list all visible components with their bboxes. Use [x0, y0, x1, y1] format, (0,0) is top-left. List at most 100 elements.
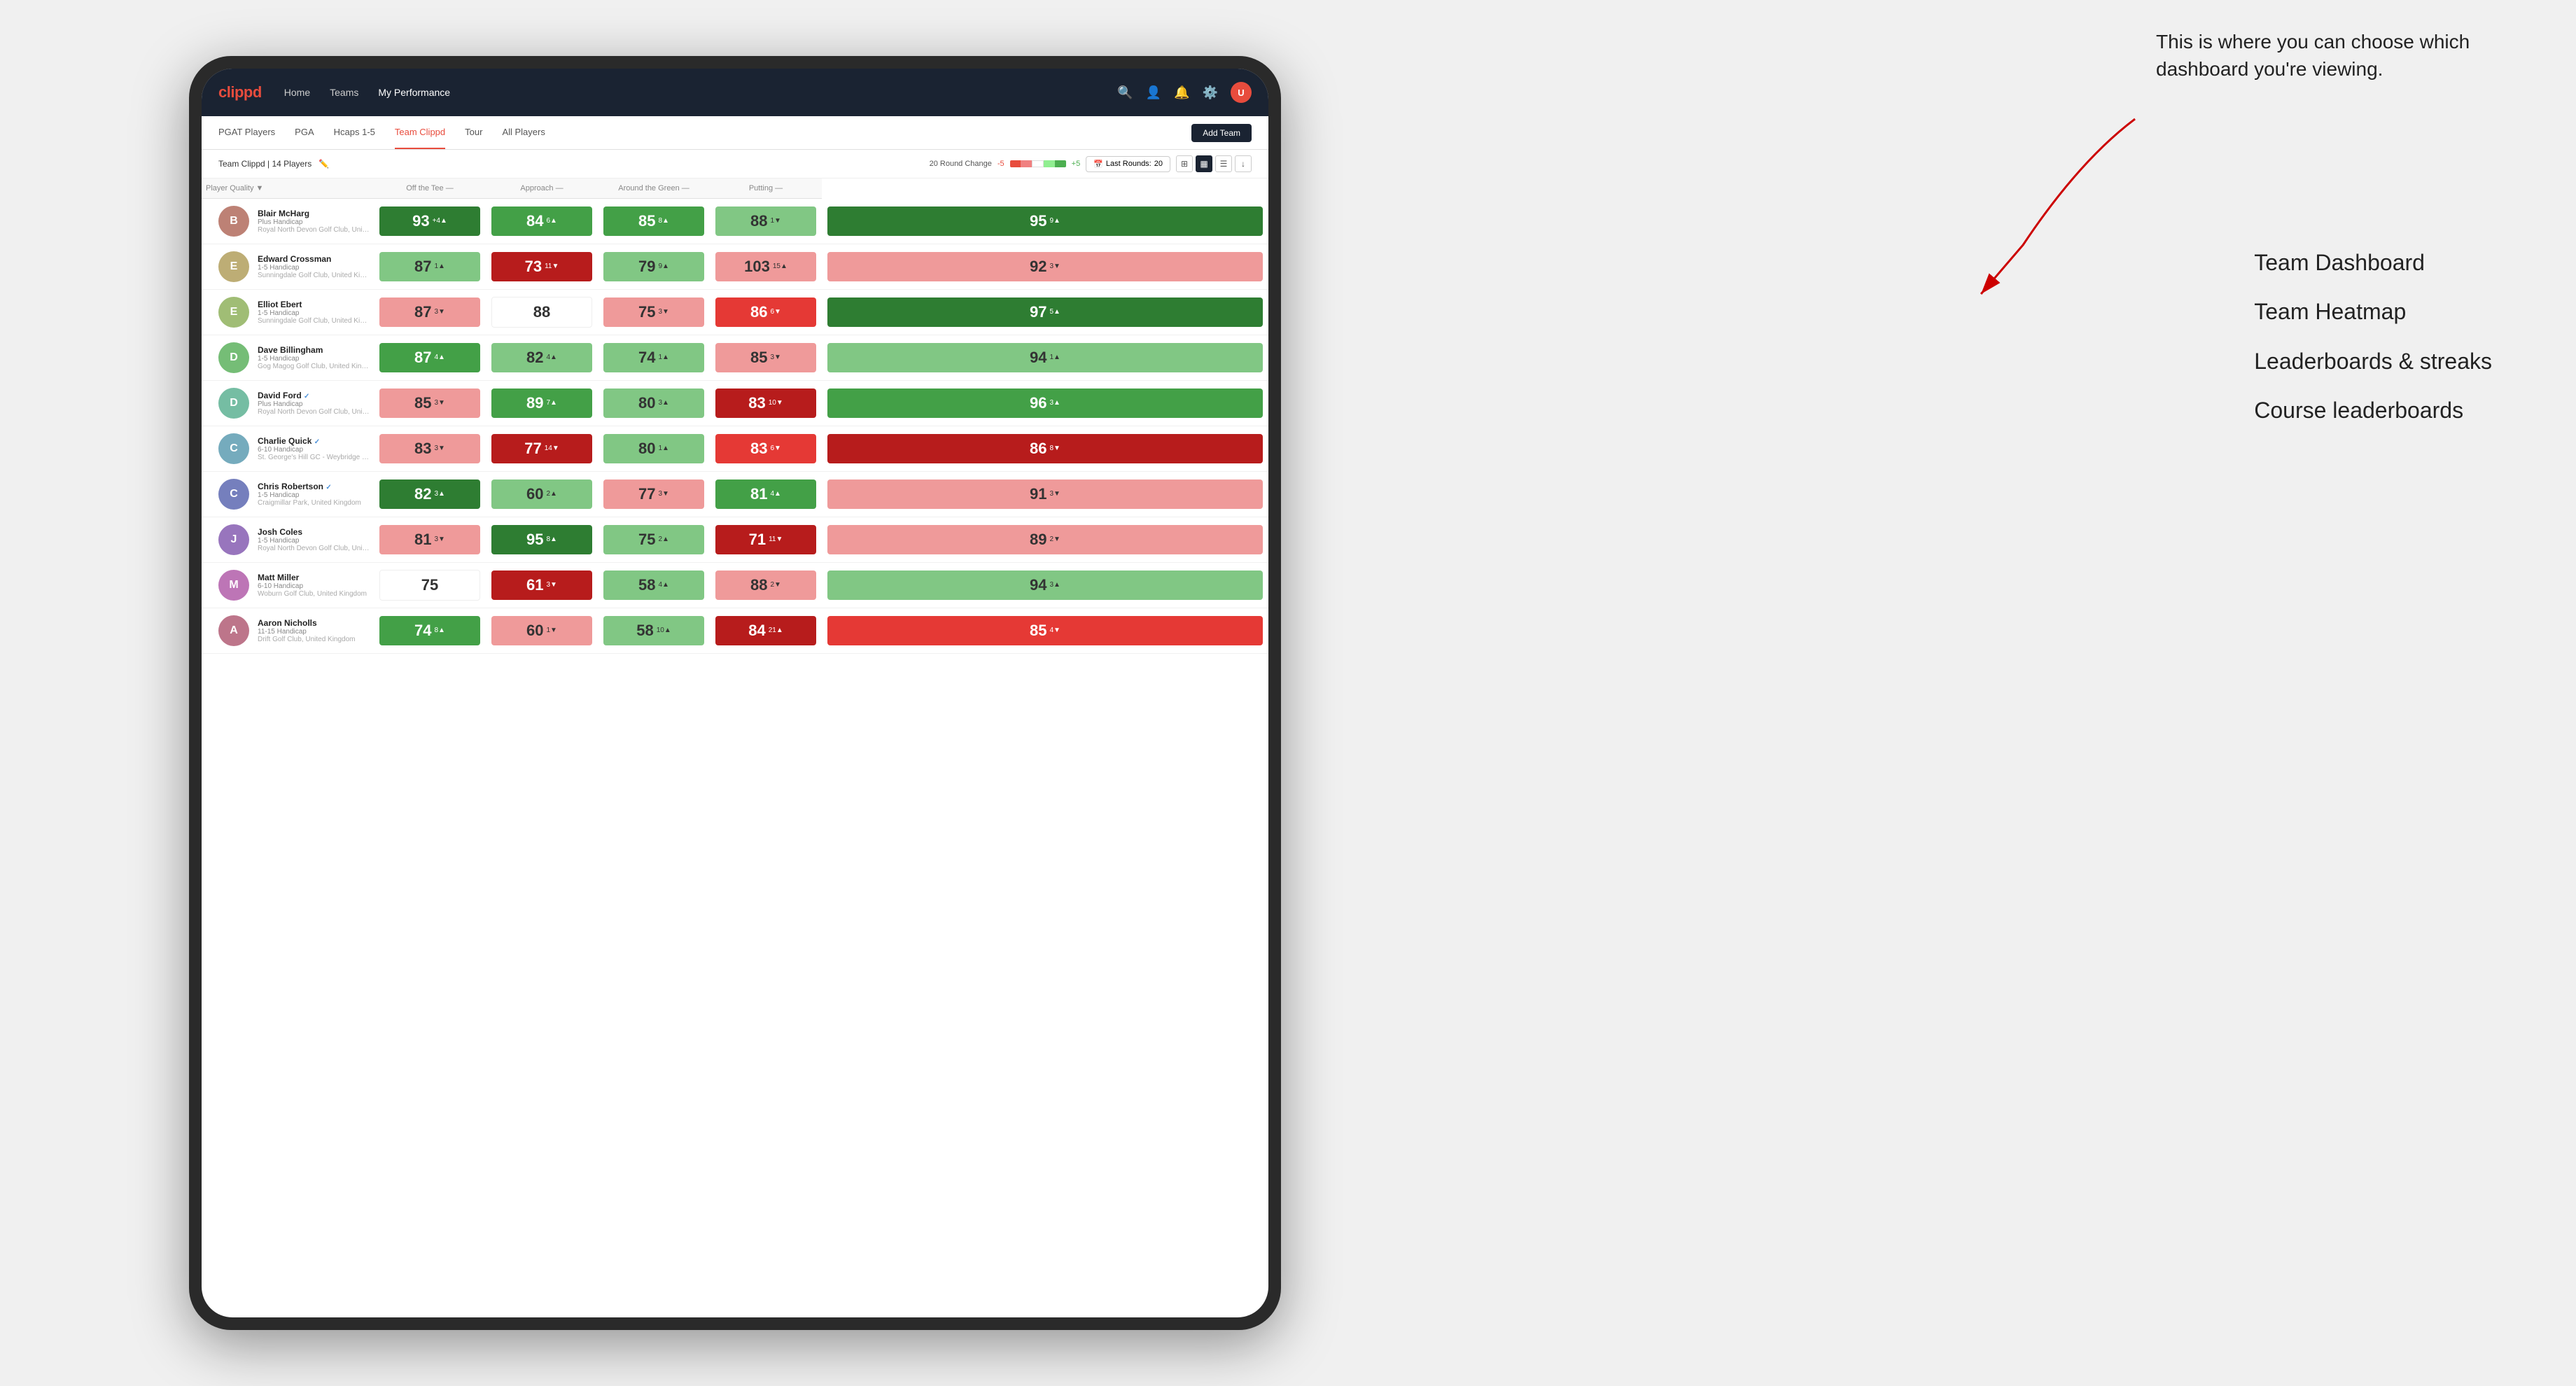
add-team-button[interactable]: Add Team — [1191, 124, 1252, 142]
score-cell-off_the_tee: 73 11▼ — [486, 244, 598, 290]
score-cell-around_the_green: 83 6▼ — [710, 426, 822, 472]
score-box: 58 4▲ — [603, 570, 704, 600]
score-cell-around_the_green: 88 2▼ — [710, 563, 822, 608]
score-cell-approach: 79 9▲ — [598, 244, 710, 290]
table-row[interactable]: E Edward Crossman 1-5 Handicap Sunningda… — [202, 244, 1268, 290]
score-box: 88 2▼ — [715, 570, 816, 600]
table-row[interactable]: J Josh Coles 1-5 Handicap Royal North De… — [202, 517, 1268, 563]
tab-team-clippd[interactable]: Team Clippd — [395, 116, 445, 149]
chart-view-button[interactable]: ☰ — [1215, 155, 1232, 172]
score-box: 93 +4▲ — [379, 206, 480, 236]
player-avatar: C — [218, 433, 249, 464]
score-value: 58 — [638, 576, 655, 594]
table-row[interactable]: C Chris Robertson ✓ 1-5 Handicap Craigmi… — [202, 472, 1268, 517]
score-box: 80 3▲ — [603, 388, 704, 418]
player-cell-3: D Dave Billingham 1-5 Handicap Gog Magog… — [202, 335, 374, 381]
score-cell-around_the_green: 88 1▼ — [710, 199, 822, 244]
player-info: Edward Crossman 1-5 Handicap Sunningdale… — [258, 254, 370, 279]
score-value: 86 — [1030, 440, 1046, 458]
export-button[interactable]: ↓ — [1235, 155, 1252, 172]
score-value: 84 — [526, 212, 543, 230]
tab-all-players[interactable]: All Players — [502, 116, 545, 149]
top-navigation: clippd Home Teams My Performance 🔍 👤 🔔 ⚙… — [202, 69, 1268, 116]
score-value: 83 — [750, 440, 767, 458]
annotation-text: This is where you can choose which dashb… — [2156, 28, 2492, 83]
verified-icon: ✓ — [304, 393, 309, 400]
nav-home[interactable]: Home — [284, 87, 310, 98]
table-row[interactable]: M Matt Miller 6-10 Handicap Woburn Golf … — [202, 563, 1268, 608]
avatar[interactable]: U — [1231, 82, 1252, 103]
score-box: 73 11▼ — [491, 252, 592, 281]
search-icon[interactable]: 🔍 — [1117, 85, 1133, 100]
player-info: Matt Miller 6-10 Handicap Woburn Golf Cl… — [258, 573, 367, 598]
nav-teams[interactable]: Teams — [330, 87, 358, 98]
score-cell-off_the_tee: 95 8▲ — [486, 517, 598, 563]
score-value: 77 — [638, 485, 655, 503]
header-off-the-tee: Off the Tee — — [374, 178, 486, 199]
player-name: Elliot Ebert — [258, 300, 370, 309]
table-row[interactable]: A Aaron Nicholls 11-15 Handicap Drift Go… — [202, 608, 1268, 654]
score-value: 79 — [638, 258, 655, 276]
heatmap-view-button[interactable]: ▦ — [1196, 155, 1212, 172]
table-row[interactable]: C Charlie Quick ✓ 6-10 Handicap St. Geor… — [202, 426, 1268, 472]
score-box: 96 3▲ — [827, 388, 1263, 418]
score-value: 74 — [638, 349, 655, 367]
score-box: 77 3▼ — [603, 479, 704, 509]
tab-pgat-players[interactable]: PGAT Players — [218, 116, 275, 149]
option-team-heatmap: Team Heatmap — [2254, 287, 2492, 336]
tab-hcaps[interactable]: Hcaps 1-5 — [334, 116, 375, 149]
score-cell-putting: 96 3▲ — [822, 381, 1268, 426]
player-club: Sunningdale Golf Club, United Kingdom — [258, 317, 370, 325]
header-around-the-green: Around the Green — — [598, 178, 710, 199]
player-name: Matt Miller — [258, 573, 367, 582]
header-player-quality: Player Quality ▼ — [202, 178, 374, 199]
table-row[interactable]: B Blair McHarg Plus Handicap Royal North… — [202, 199, 1268, 244]
tab-tour[interactable]: Tour — [465, 116, 482, 149]
grid-view-button[interactable]: ⊞ — [1176, 155, 1193, 172]
score-box: 81 4▲ — [715, 479, 816, 509]
score-cell-putting: 91 3▼ — [822, 472, 1268, 517]
score-box: 95 8▲ — [491, 525, 592, 554]
settings-icon[interactable]: ⚙️ — [1203, 85, 1218, 100]
score-box: 85 4▼ — [827, 616, 1263, 645]
score-cell-player_quality: 75 — [374, 563, 486, 608]
score-cell-approach: 77 3▼ — [598, 472, 710, 517]
table-row[interactable]: D Dave Billingham 1-5 Handicap Gog Magog… — [202, 335, 1268, 381]
profile-icon[interactable]: 👤 — [1146, 85, 1161, 100]
score-cell-putting: 94 1▲ — [822, 335, 1268, 381]
table-header-row: Player Quality ▼ Off the Tee — Approach … — [202, 178, 1268, 199]
player-info: Chris Robertson ✓ 1-5 Handicap Craigmill… — [258, 482, 361, 507]
score-cell-player_quality: 82 3▲ — [374, 472, 486, 517]
heatmap-bar — [1010, 160, 1066, 167]
logo: clippd — [218, 83, 262, 102]
score-box: 84 21▲ — [715, 616, 816, 645]
score-cell-player_quality: 81 3▼ — [374, 517, 486, 563]
player-info: Aaron Nicholls 11-15 Handicap Drift Golf… — [258, 618, 356, 643]
score-cell-approach: 80 3▲ — [598, 381, 710, 426]
option-course-leaderboards: Course leaderboards — [2254, 386, 2492, 435]
last-rounds-button[interactable]: 📅 Last Rounds: 20 — [1086, 156, 1170, 172]
score-box: 60 1▼ — [491, 616, 592, 645]
table-row[interactable]: E Elliot Ebert 1-5 Handicap Sunningdale … — [202, 290, 1268, 335]
score-value: 75 — [638, 303, 655, 321]
score-value: 95 — [1030, 212, 1046, 230]
score-box: 61 3▼ — [491, 570, 592, 600]
score-value: 75 — [638, 531, 655, 549]
score-value: 73 — [525, 258, 542, 276]
player-info: David Ford ✓ Plus Handicap Royal North D… — [258, 391, 370, 416]
score-value: 93 — [412, 212, 429, 230]
score-box: 85 8▲ — [603, 206, 704, 236]
player-name: Chris Robertson ✓ — [258, 482, 361, 491]
player-cell-8: M Matt Miller 6-10 Handicap Woburn Golf … — [202, 563, 374, 608]
score-value: 87 — [414, 303, 431, 321]
player-name: Dave Billingham — [258, 345, 370, 355]
score-value: 60 — [526, 485, 543, 503]
tab-pga[interactable]: PGA — [295, 116, 314, 149]
score-cell-putting: 94 3▲ — [822, 563, 1268, 608]
nav-my-performance[interactable]: My Performance — [378, 87, 450, 98]
bell-icon[interactable]: 🔔 — [1174, 85, 1189, 100]
score-cell-off_the_tee: 61 3▼ — [486, 563, 598, 608]
table-row[interactable]: D David Ford ✓ Plus Handicap Royal North… — [202, 381, 1268, 426]
edit-icon[interactable]: ✏️ — [318, 159, 329, 169]
header-putting: Putting — — [710, 178, 822, 199]
